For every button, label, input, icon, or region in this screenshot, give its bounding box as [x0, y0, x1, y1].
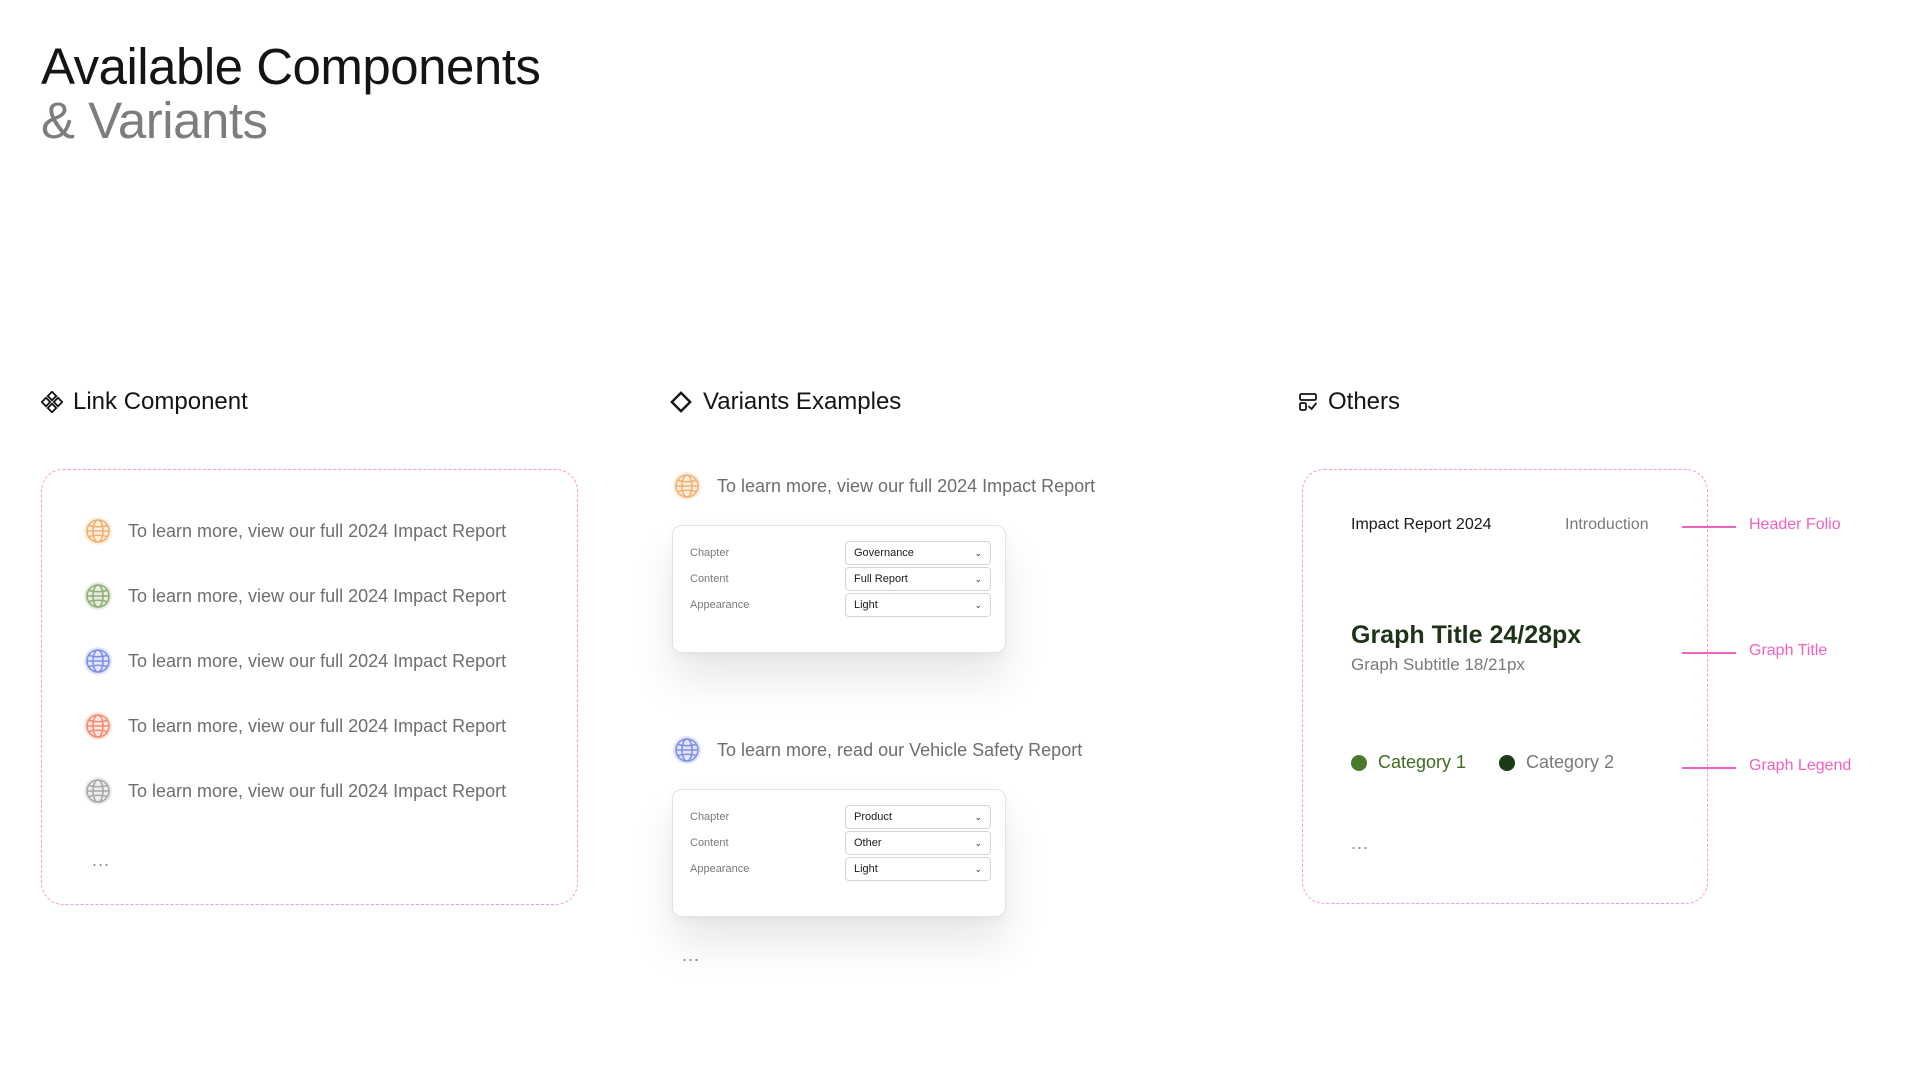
property-value: Light: [854, 599, 878, 611]
property-label: Appearance: [690, 863, 750, 875]
page-title-line-2: & Variants: [41, 92, 268, 149]
page-title-line-1: Available Components: [41, 38, 541, 95]
globe-icon: [84, 777, 112, 805]
link-item[interactable]: To learn more, view our full 2024 Impact…: [82, 710, 506, 742]
link-item[interactable]: To learn more, view our full 2024 Impact…: [82, 515, 506, 547]
property-value: Product: [854, 811, 892, 823]
section-header-link-component: Link Component: [41, 386, 248, 418]
globe-icon: [673, 736, 701, 764]
property-value: Governance: [854, 547, 914, 559]
chevron-down-icon: ⌄: [974, 863, 982, 874]
chevron-down-icon: ⌄: [974, 547, 982, 558]
link-item[interactable]: To learn more, view our full 2024 Impact…: [82, 775, 506, 807]
property-label: Content: [690, 573, 729, 585]
legend-swatch: [1351, 754, 1367, 771]
globe-icon: [673, 472, 701, 500]
variant-link-label: To learn more, view our full 2024 Impact…: [717, 475, 1096, 496]
annotation-graph-legend: Graph Legend: [1749, 757, 1852, 774]
chevron-down-icon: ⌄: [974, 573, 982, 584]
section-header-others: Others: [1298, 386, 1400, 418]
chevron-down-icon: ⌄: [974, 599, 982, 610]
link-item-label: To learn more, view our full 2024 Impact…: [128, 715, 507, 736]
property-row: Chapter Governance ⌄: [690, 541, 991, 565]
link-item[interactable]: To learn more, view our full 2024 Impact…: [82, 580, 506, 612]
header-folio-chapter: Introduction: [1565, 516, 1649, 533]
chevron-down-icon: ⌄: [974, 837, 982, 848]
page-title: Available Components & Variants: [41, 38, 541, 149]
legend-item-category-2: Category 2: [1499, 752, 1614, 773]
property-row: Appearance Light ⌄: [690, 857, 991, 881]
variant-properties-panel-1: Chapter Governance ⌄ Content Full Report ⌄ App…: [672, 525, 1006, 653]
globe-icon: [84, 712, 112, 740]
property-label: Appearance: [690, 599, 750, 611]
annotation-line-graph-legend: [1682, 767, 1736, 769]
section-title: Variants Examples: [703, 388, 902, 415]
variant-properties-panel-2: Chapter Product ⌄ Content Other ⌄ Appearance Li…: [672, 789, 1006, 917]
property-value: Light: [854, 863, 878, 875]
header-folio-title: Impact Report 2024: [1351, 516, 1492, 533]
globe-icon: [84, 517, 112, 545]
section-title: Others: [1328, 388, 1401, 415]
link-item-label: To learn more, view our full 2024 Impact…: [128, 650, 507, 671]
variant-link-label: To learn more, read our Vehicle Safety R…: [717, 739, 1083, 760]
property-row: Content Other ⌄: [690, 831, 991, 855]
legend-label: Category 1: [1378, 752, 1467, 772]
property-select[interactable]: Product ⌄: [845, 805, 991, 829]
more-indicator: ...: [1351, 833, 1370, 853]
variant-link-1[interactable]: To learn more, view our full 2024 Impact…: [671, 470, 1095, 502]
annotation-graph-title: Graph Title: [1749, 642, 1828, 659]
globe-icon: [84, 647, 112, 675]
link-item-label: To learn more, view our full 2024 Impact…: [128, 780, 507, 801]
property-select[interactable]: Full Report ⌄: [845, 567, 991, 591]
legend-swatch: [1499, 754, 1515, 771]
property-select[interactable]: Other ⌄: [845, 831, 991, 855]
diamond-icon: [670, 391, 692, 413]
link-item[interactable]: To learn more, view our full 2024 Impact…: [82, 645, 506, 677]
section-header-variants-examples: Variants Examples: [669, 386, 901, 418]
variant-link-2[interactable]: To learn more, read our Vehicle Safety R…: [671, 734, 1082, 766]
property-value: Other: [854, 837, 882, 849]
property-select[interactable]: Governance ⌄: [845, 541, 991, 565]
property-label: Content: [690, 837, 729, 849]
chevron-down-icon: ⌄: [974, 811, 982, 822]
legend-label: Category 2: [1526, 752, 1615, 772]
property-select[interactable]: Light ⌄: [845, 857, 991, 881]
property-label: Chapter: [690, 547, 730, 559]
property-row: Appearance Light ⌄: [690, 593, 991, 617]
component-icon: [41, 391, 63, 413]
legend-item-category-1: Category 1: [1351, 752, 1466, 773]
globe-icon: [84, 582, 112, 610]
property-row: Content Full Report ⌄: [690, 567, 991, 591]
property-select[interactable]: Light ⌄: [845, 593, 991, 617]
more-indicator: ...: [92, 850, 111, 870]
graph-title: Graph Title 24/28px: [1351, 621, 1582, 649]
property-row: Chapter Product ⌄: [690, 805, 991, 829]
annotation-header-folio: Header Folio: [1749, 516, 1841, 533]
annotation-line-header-folio: [1682, 526, 1736, 528]
annotation-line-graph-title: [1682, 652, 1736, 654]
property-label: Chapter: [690, 811, 730, 823]
graph-subtitle: Graph Subtitle 18/21px: [1351, 655, 1525, 674]
property-value: Full Report: [854, 573, 908, 585]
more-indicator: ...: [682, 945, 701, 965]
link-item-label: To learn more, view our full 2024 Impact…: [128, 520, 507, 541]
link-item-label: To learn more, view our full 2024 Impact…: [128, 585, 507, 606]
section-title: Link Component: [73, 388, 248, 415]
layout-icon: [1299, 393, 1317, 411]
